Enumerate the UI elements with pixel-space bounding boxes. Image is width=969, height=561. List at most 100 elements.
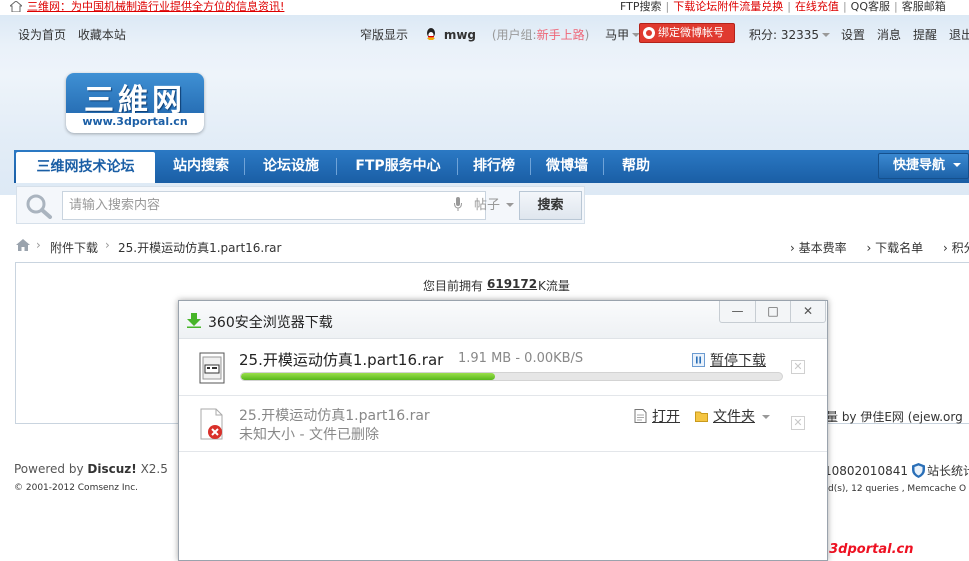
nav-tab-facilities[interactable]: 论坛设施 xyxy=(248,150,334,183)
breadcrumb-attachments[interactable]: 附件下载 xyxy=(50,239,98,256)
download-arrow-icon xyxy=(187,313,201,328)
separator: | xyxy=(787,0,791,13)
query-stats: d(s), 12 queries , Memcache O xyxy=(828,484,967,494)
chevron-down-icon xyxy=(953,163,962,167)
deleted-filename[interactable]: 25.开模运动仿真1.part16.rar xyxy=(239,405,430,425)
close-button[interactable]: ✕ xyxy=(790,301,825,322)
deleted-file-icon xyxy=(200,408,223,440)
separator: | xyxy=(842,0,847,13)
ftp-search-link[interactable]: FTP搜索 xyxy=(618,0,664,13)
nav-tab-ftp[interactable]: FTP服务中心 xyxy=(340,150,456,183)
search-input[interactable]: 请输入搜索内容 xyxy=(62,191,486,220)
nav-divider xyxy=(530,158,531,175)
user-bar: 设为首页 收藏本站 窄版显示 mwg (用户组:新手上路) 马甲 绑定微博帐号 … xyxy=(0,15,969,49)
icp-info: 10802010841 站长统计 xyxy=(824,462,969,479)
qq-service-link[interactable]: QQ客服 xyxy=(849,0,892,13)
basic-rate-link[interactable]: › 基本费率 xyxy=(790,241,855,255)
messages-link[interactable]: 消息 xyxy=(877,28,901,42)
download-size-speed: 1.91 MB - 0.00KB/S xyxy=(458,351,584,366)
download-dialog: 360安全浏览器下载 — □ ✕ 25.开模运动仿真1.part16.rar 1… xyxy=(178,300,828,561)
folder-icon xyxy=(695,411,708,422)
points-recharge-link[interactable]: › 积分充值 xyxy=(943,241,969,255)
rar-file-icon xyxy=(199,352,225,384)
quick-nav-button[interactable]: 快捷导航 xyxy=(878,153,969,179)
traffic-suffix: K流量 xyxy=(538,279,570,293)
breadcrumb: › 附件下载 › 25.开模运动仿真1.part16.rar › 基本费率 › … xyxy=(14,237,969,255)
download-item: 25.开模运动仿真1.part16.rar 1.91 MB - 0.00KB/S… xyxy=(179,340,827,396)
nav-tab-site-search[interactable]: 站内搜索 xyxy=(160,150,242,183)
logout-link[interactable]: 退出 xyxy=(949,28,969,42)
pause-icon xyxy=(692,353,705,367)
nav-divider xyxy=(603,158,604,175)
bookmark-link[interactable]: 收藏本站 xyxy=(78,28,126,42)
download-progress-bar xyxy=(240,372,783,381)
remind-link[interactable]: 提醒 xyxy=(913,28,937,42)
search-icon xyxy=(26,194,52,219)
breadcrumb-file[interactable]: 25.开模运动仿真1.part16.rar xyxy=(118,239,281,256)
traffic-exchange-link[interactable]: 下载论坛附件流量兑换 xyxy=(671,0,785,13)
home-icon[interactable] xyxy=(16,239,30,251)
nav-divider xyxy=(244,158,245,175)
provider-credit: 量 by 伊佳E网 (ejew.org xyxy=(826,410,963,424)
recharge-link[interactable]: 在线充值 xyxy=(793,0,841,13)
shield-icon xyxy=(911,463,925,478)
pause-download-button[interactable]: 暂停下载 xyxy=(692,350,766,370)
powered-by: Powered by Discuz! X2.5 xyxy=(14,462,168,476)
site-logo[interactable]: 三維网 www.3dportal.cn xyxy=(66,73,204,133)
top-links: FTP搜索 | 下载论坛附件流量兑换 | 在线充值 | QQ客服 | 客服邮箱 xyxy=(618,0,948,13)
weibo-icon xyxy=(643,27,655,39)
remove-item-button[interactable]: ✕ xyxy=(791,360,805,374)
download-item: 25.开模运动仿真1.part16.rar 未知大小 - 文件已删除 打开 文件… xyxy=(179,396,827,452)
points-menu[interactable]: 积分: 32335 xyxy=(749,26,831,43)
search-type-select[interactable]: 帖子 xyxy=(472,191,518,220)
alias-menu[interactable]: 马甲 xyxy=(605,28,641,42)
chevron-right-icon: › xyxy=(105,238,110,252)
set-home-link[interactable]: 设为首页 xyxy=(18,28,66,42)
remove-item-button[interactable]: ✕ xyxy=(791,416,805,430)
window-controls: — □ ✕ xyxy=(719,301,826,323)
chevron-right-icon: › xyxy=(36,238,41,252)
logo-url: www.3dportal.cn xyxy=(66,113,204,133)
qq-penguin-icon xyxy=(426,28,435,40)
nav-tab-forum[interactable]: 三维网技术论坛 xyxy=(16,152,155,183)
nav-tab-weibo-wall[interactable]: 微博墙 xyxy=(533,150,601,183)
open-file-button[interactable]: 打开 xyxy=(634,406,680,426)
deleted-status: 未知大小 - 文件已删除 xyxy=(239,427,379,443)
bind-weibo-button[interactable]: 绑定微博帐号 xyxy=(639,23,735,43)
maximize-button[interactable]: □ xyxy=(755,301,790,322)
narrow-view-link[interactable]: 窄版显示 xyxy=(360,28,408,42)
stats-link[interactable]: 站长统计 xyxy=(927,464,969,478)
traffic-amount[interactable]: 619172 xyxy=(487,277,537,291)
chevron-down-icon xyxy=(506,203,515,207)
download-list-link[interactable]: › 下载名单 xyxy=(866,241,931,255)
settings-link[interactable]: 设置 xyxy=(841,28,865,42)
traffic-prefix: 您目前拥有 xyxy=(423,279,484,293)
main-nav: 三维网技术论坛 站内搜索 论坛设施 FTP服务中心 排行榜 微博墙 帮助 xyxy=(14,150,969,183)
copyright: © 2001-2012 Comsenz Inc. xyxy=(14,483,139,493)
nav-tab-ranking[interactable]: 排行榜 xyxy=(460,150,528,183)
email-service-link[interactable]: 客服邮箱 xyxy=(900,0,948,13)
nav-divider xyxy=(336,158,337,175)
microphone-icon[interactable] xyxy=(454,197,462,211)
search-button[interactable]: 搜索 xyxy=(519,191,582,220)
top-strip: 三维网：为中国机械制造行业提供全方位的信息资讯! FTP搜索 | 下载论坛附件流量兑… xyxy=(0,0,969,14)
download-filename[interactable]: 25.开模运动仿真1.part16.rar xyxy=(239,349,443,370)
chevron-down-icon xyxy=(822,33,831,37)
user-info: mwg xyxy=(424,28,480,42)
separator: | xyxy=(893,0,898,13)
download-progress-fill xyxy=(241,373,496,380)
chevron-down-icon xyxy=(762,415,770,419)
nav-divider xyxy=(457,158,458,175)
user-group: (用户组:新手上路) xyxy=(491,28,590,42)
dialog-title: 360安全浏览器下载 xyxy=(208,315,333,331)
announcement-link[interactable]: 三维网：为中国机械制造行业提供全方位的信息资讯! xyxy=(27,0,284,13)
username-link[interactable]: mwg xyxy=(444,28,476,42)
nav-tab-help[interactable]: 帮助 xyxy=(606,150,666,183)
dialog-titlebar[interactable]: 360安全浏览器下载 — □ ✕ xyxy=(179,301,827,339)
user-group-name[interactable]: 新手上路 xyxy=(537,28,585,42)
minimize-button[interactable]: — xyxy=(720,301,755,322)
home-icon[interactable] xyxy=(10,1,22,12)
discuz-link[interactable]: Discuz! xyxy=(87,462,136,476)
search-bar: 请输入搜索内容 帖子 搜索 xyxy=(16,186,585,224)
open-folder-button[interactable]: 文件夹 xyxy=(695,406,770,426)
